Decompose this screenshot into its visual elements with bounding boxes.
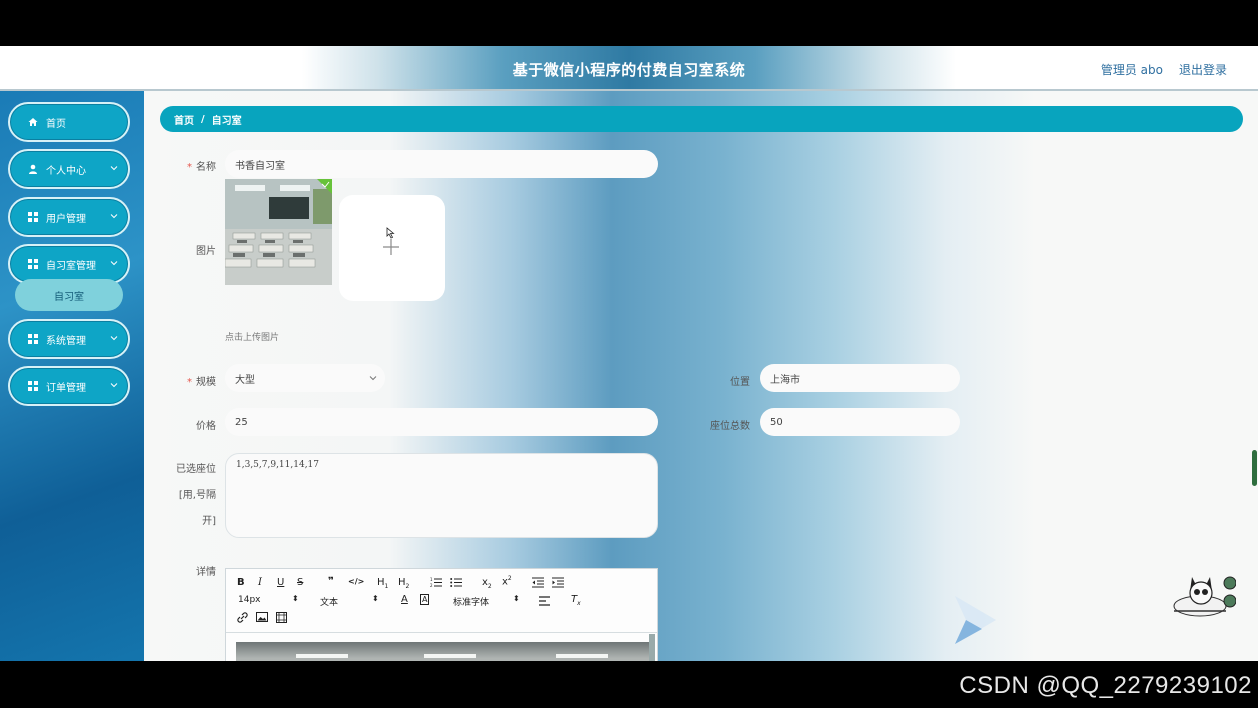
admin-user-label[interactable]: 管理员 abo: [1101, 61, 1163, 78]
sidebar-subitem-study-room[interactable]: 自习室: [15, 279, 123, 311]
sidebar-item-user-management[interactable]: 用户管理: [8, 197, 130, 237]
user-icon: [29, 164, 37, 174]
chevron-down-icon: [369, 376, 377, 381]
italic-button[interactable]: I: [258, 577, 262, 588]
plus-icon: [383, 227, 399, 255]
selected-seats-label-line2: [用,号隔: [178, 490, 216, 501]
page-scrollbar[interactable]: [1252, 450, 1257, 486]
sidebar-item-study-room-management[interactable]: 自习室管理: [8, 244, 130, 284]
header1-button[interactable]: H1: [377, 577, 388, 590]
text-style-value: 文本: [320, 598, 339, 608]
font-size-select[interactable]: 14px: [238, 595, 261, 605]
sidebar-item-label: 个人中心: [46, 165, 86, 177]
detail-label: 详情: [196, 567, 216, 578]
font-size-value: 14px: [238, 595, 261, 605]
page-title: 基于微信小程序的付费自习室系统: [512, 61, 746, 79]
grid-icon: [28, 259, 38, 269]
chevron-down-icon: [110, 261, 118, 266]
home-icon: [28, 118, 38, 126]
scale-select-value: 大型: [235, 374, 255, 386]
bold-button[interactable]: B: [237, 577, 245, 588]
chevron-down-icon: [110, 336, 118, 341]
sidebar-item-home[interactable]: 首页: [8, 102, 130, 142]
font-color-icon[interactable]: A: [401, 594, 408, 605]
editor-scrollbar[interactable]: [649, 634, 655, 661]
video-top-letterbox: [0, 0, 1258, 46]
grid-icon: [28, 334, 38, 344]
sidebar-item-system-management[interactable]: 系统管理: [8, 319, 130, 359]
svg-text:2: 2: [430, 583, 433, 588]
text-style-select-arrows-icon: ⬍: [372, 594, 379, 603]
sidebar-item-label: 系统管理: [46, 335, 86, 347]
name-input[interactable]: 书香自习室: [225, 150, 658, 178]
font-size-select-arrows-icon: ⬍: [292, 594, 299, 603]
sidebar-item-label: 自习室管理: [46, 260, 96, 272]
video-insert-icon[interactable]: [276, 612, 287, 623]
total-seats-input[interactable]: 50: [760, 408, 960, 436]
font-family-value: 标准字体: [453, 598, 490, 608]
scale-label: * 规模: [187, 377, 216, 388]
superscript-button[interactable]: x2: [502, 575, 512, 587]
price-label: 价格: [196, 421, 216, 432]
editor-toolbar-divider: [226, 632, 657, 633]
selected-seats-textarea[interactable]: 1,3,5,7,9,11,14,17: [225, 453, 658, 538]
chevron-down-icon: [110, 383, 118, 388]
selected-seats-label-line3: 开]: [202, 516, 216, 527]
app-window: 基于微信小程序的付费自习室系统 管理员 abo 退出登录 首页 个人中心 用户管…: [0, 46, 1258, 661]
grid-icon: [28, 381, 38, 391]
editor-content-image: [236, 642, 650, 661]
background-color-icon[interactable]: A: [420, 594, 430, 605]
text-style-select[interactable]: 文本: [320, 595, 338, 608]
code-block-icon[interactable]: </>: [348, 577, 364, 586]
csdn-watermark: CSDN @QQ_2279239102: [959, 672, 1252, 699]
clear-format-icon[interactable]: Tx: [571, 594, 581, 607]
location-input[interactable]: 上海市: [760, 364, 960, 392]
sidebar-item-personal-center[interactable]: 个人中心: [8, 149, 130, 189]
grid-icon: [28, 212, 38, 222]
sidebar-item-label: 首页: [46, 118, 66, 130]
header2-button[interactable]: H2: [398, 577, 409, 590]
breadcrumb-home[interactable]: 首页: [174, 112, 194, 127]
scale-select[interactable]: 大型: [225, 364, 385, 392]
chevron-down-icon: [110, 166, 118, 171]
cat-mascot-icon: [1173, 576, 1236, 617]
logout-link[interactable]: 退出登录: [1179, 61, 1227, 78]
ordered-list-icon[interactable]: 12: [430, 577, 442, 588]
breadcrumb-separator: /: [201, 113, 205, 125]
header: 基于微信小程序的付费自习室系统 管理员 abo 退出登录: [0, 46, 1258, 91]
outdent-icon[interactable]: [532, 577, 544, 588]
total-seats-label: 座位总数: [710, 421, 750, 432]
sidebar-item-order-management[interactable]: 订单管理: [8, 366, 130, 406]
image-label: 图片: [196, 246, 216, 257]
underline-button[interactable]: U: [277, 577, 284, 588]
price-input[interactable]: 25: [225, 408, 658, 436]
chevron-down-icon: [110, 214, 118, 219]
link-icon[interactable]: [237, 612, 248, 623]
bullet-list-icon[interactable]: [450, 577, 462, 588]
sidebar-item-label: 用户管理: [46, 213, 86, 225]
upload-hint: 点击上传图片: [225, 333, 280, 343]
strike-button[interactable]: S: [297, 577, 303, 588]
rich-text-editor[interactable]: B I U S ❞ </> H1 H2 12 x2 x2 14px ⬍ 文本 ⬍…: [225, 568, 658, 661]
name-label: * 名称: [187, 162, 216, 173]
font-family-select-arrows-icon: ⬍: [513, 594, 520, 603]
sidebar: 首页 个人中心 用户管理 自习室管理 自习室 系统管理 订单管理: [0, 91, 144, 661]
subscript-button[interactable]: x2: [482, 577, 492, 590]
image-upload-button[interactable]: [339, 195, 445, 301]
breadcrumb-current: 自习室: [211, 115, 242, 127]
sidebar-item-label: 订单管理: [46, 382, 86, 394]
video-play-icon: [955, 596, 996, 644]
indent-icon[interactable]: [552, 577, 564, 588]
align-icon[interactable]: [539, 596, 550, 606]
classroom-photo: [225, 179, 332, 285]
svg-text:1: 1: [430, 577, 433, 582]
main-content: 首页 / 自习室 * 名称 书香自习室 图片 点击上传图片 * 规模 大型 位置…: [144, 91, 1258, 661]
font-family-select[interactable]: 标准字体: [453, 595, 489, 608]
blockquote-icon[interactable]: ❞: [328, 576, 334, 587]
location-label: 位置: [730, 377, 750, 388]
selected-seats-label-line1: 已选座位: [176, 464, 216, 475]
image-insert-icon[interactable]: [256, 612, 268, 622]
breadcrumb: 首页 / 自习室: [160, 106, 1243, 132]
uploaded-image-thumbnail[interactable]: [225, 179, 332, 285]
